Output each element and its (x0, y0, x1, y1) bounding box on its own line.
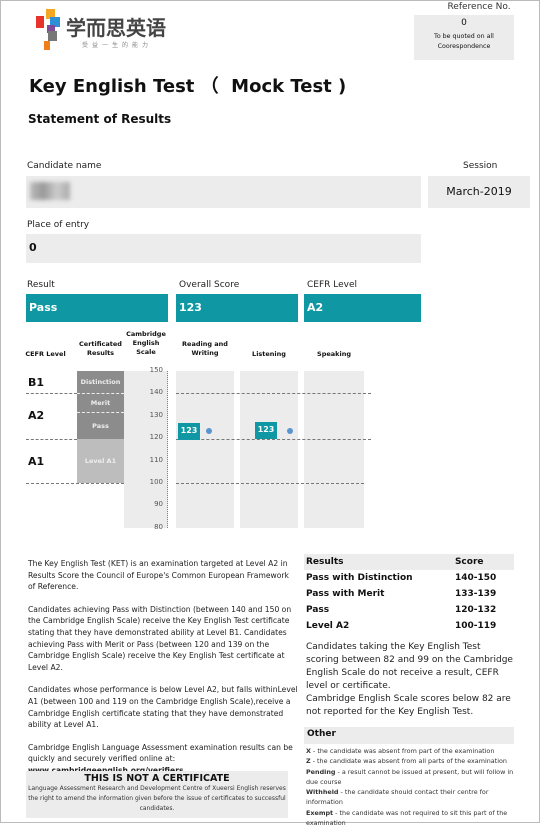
note: Candidates taking the Key English Test s… (306, 642, 513, 691)
notice-text: Language Assessment Research and Develop… (28, 785, 286, 812)
header-cefr: CEFR Level (25, 350, 66, 358)
table-row: Pass 120-132 (304, 602, 514, 618)
result-value: Pass (26, 294, 168, 322)
other-item: Exempt - the candidate was not required … (306, 808, 518, 828)
other-item: Z - the candidate was absent from all pa… (306, 756, 518, 766)
scale-tick: 90 (154, 500, 163, 509)
reference-label: Reference No. (447, 2, 511, 12)
other-desc: - the candidate was absent from all part… (312, 757, 507, 766)
scale-tick: 140 (149, 388, 163, 397)
divider-100-left (26, 483, 124, 484)
other-desc: - the candidate was absent from part of … (312, 747, 495, 755)
score-listening: 123 (255, 422, 277, 439)
other-item: Withheld - the candidate should contact … (306, 787, 518, 808)
reference-note: To be quoted on all Coorespondence (434, 33, 494, 50)
other-header: Other (304, 727, 514, 744)
cell: 140-150 (454, 573, 497, 583)
other-item: X - the candidate was absent from part o… (306, 746, 518, 756)
scale-axis (167, 371, 168, 528)
other-code: Withheld (306, 788, 339, 797)
divider-120-right (176, 439, 371, 440)
header-cert: Certificated Results (79, 340, 122, 357)
cell: Pass (306, 605, 330, 615)
candidate-name-field (26, 176, 421, 208)
level-b1: B1 (28, 376, 45, 389)
session-field: March-2019 (428, 176, 530, 208)
level-a1: A1 (28, 455, 45, 468)
table-header: Score (454, 557, 484, 567)
score-rw-dot-icon (206, 428, 212, 434)
info-text: The Key English Test (KET) is an examina… (28, 558, 298, 777)
other-desc: - a result cannot be issued at present, … (306, 767, 514, 786)
result-label: Result (27, 280, 55, 290)
cefr-label: CEFR Level (307, 280, 358, 290)
place-field: 0 (26, 234, 421, 263)
scale-tick: 150 (149, 366, 163, 374)
other-list: X - the candidate was absent from part o… (306, 746, 518, 828)
cefr-level-value: A2 (304, 294, 421, 322)
cert-pass: Pass (77, 412, 124, 439)
reference-box: 0 To be quoted on all Coorespondence (414, 15, 514, 60)
scale-tick: 120 (149, 433, 163, 442)
cert-level-a1: Level A1 (77, 439, 124, 483)
paragraph: Candidates achieving Pass with Distincti… (28, 604, 292, 672)
scale-tick: 100 (149, 478, 163, 486)
cell: Level A2 (306, 621, 350, 631)
notice-box: THIS IS NOT A CERTIFICATE Language Asses… (26, 771, 288, 818)
other-code: X (306, 747, 311, 755)
paragraph: The Key English Test (KET) is an examina… (28, 559, 289, 592)
column-rw (176, 371, 234, 528)
divider-140-left (26, 393, 77, 394)
other-code: Pending (306, 767, 336, 776)
paragraph: Candidates whose performance is below Le… (28, 685, 298, 730)
logo: 学而思英语 受益一生的能力 (36, 7, 176, 51)
note: Cambridge English Scale scores below 82 … (306, 694, 511, 717)
header-listening: Listening (252, 350, 286, 358)
cell: 100-119 (454, 621, 497, 631)
divider-140-right (176, 393, 371, 394)
page-title: Key English Test （ Mock Test ) (29, 76, 347, 97)
session-label: Session (463, 161, 498, 171)
column-speaking (304, 371, 364, 528)
table-row: Level A2 100-119 (304, 618, 514, 634)
level-a2: A2 (28, 409, 45, 422)
other-code: Exempt (306, 808, 334, 817)
table-row: Pass with Distinction 140-150 (304, 570, 514, 586)
overall-score-value: 123 (176, 294, 298, 322)
results-table: Results Score Pass with Distinction 140-15… (304, 554, 514, 634)
table-row: Pass with Merit 133-139 (304, 586, 514, 602)
reference-value: 0 (461, 18, 467, 28)
score-listening-dot-icon (287, 428, 293, 434)
cert-distinction: Distinction (77, 371, 124, 393)
header-speaking: Speaking (317, 350, 351, 358)
overall-label: Overall Score (179, 280, 240, 290)
candidate-label: Candidate name (27, 161, 102, 171)
other-desc: - the candidate was not required to sit … (306, 808, 508, 828)
cell: Pass with Distinction (306, 573, 413, 583)
cell: Pass with Merit (306, 589, 385, 599)
logo-mark (36, 7, 66, 51)
paragraph: Cambridge English Language Assessment ex… (28, 742, 293, 764)
table-header: Results (306, 557, 344, 567)
column-listening (240, 371, 298, 528)
cell: 120-132 (454, 605, 497, 615)
header-scale: Cambridge English Scale (126, 330, 166, 356)
scale-tick: 130 (149, 410, 163, 419)
score-rw: 123 (178, 423, 200, 440)
cell: 133-139 (454, 589, 497, 599)
cert-merit: Merit (77, 393, 124, 412)
logo-tagline: 受益一生的能力 (82, 42, 153, 49)
notice-title: THIS IS NOT A CERTIFICATE (84, 773, 230, 784)
logo-name: 学而思英语 (66, 16, 166, 40)
candidate-name-blurred (30, 182, 70, 200)
scale-tick: 80 (154, 522, 163, 531)
header-rw: Reading and Writing (182, 340, 228, 357)
page-subtitle: Statement of Results (28, 112, 172, 126)
other-item: Pending - a result cannot be issued at p… (306, 767, 518, 788)
scale-tick: 110 (149, 455, 163, 464)
place-label: Place of entry (27, 220, 90, 230)
divider-120-left (26, 439, 77, 440)
divider-100-right (176, 483, 364, 484)
other-code: Z (306, 757, 311, 766)
